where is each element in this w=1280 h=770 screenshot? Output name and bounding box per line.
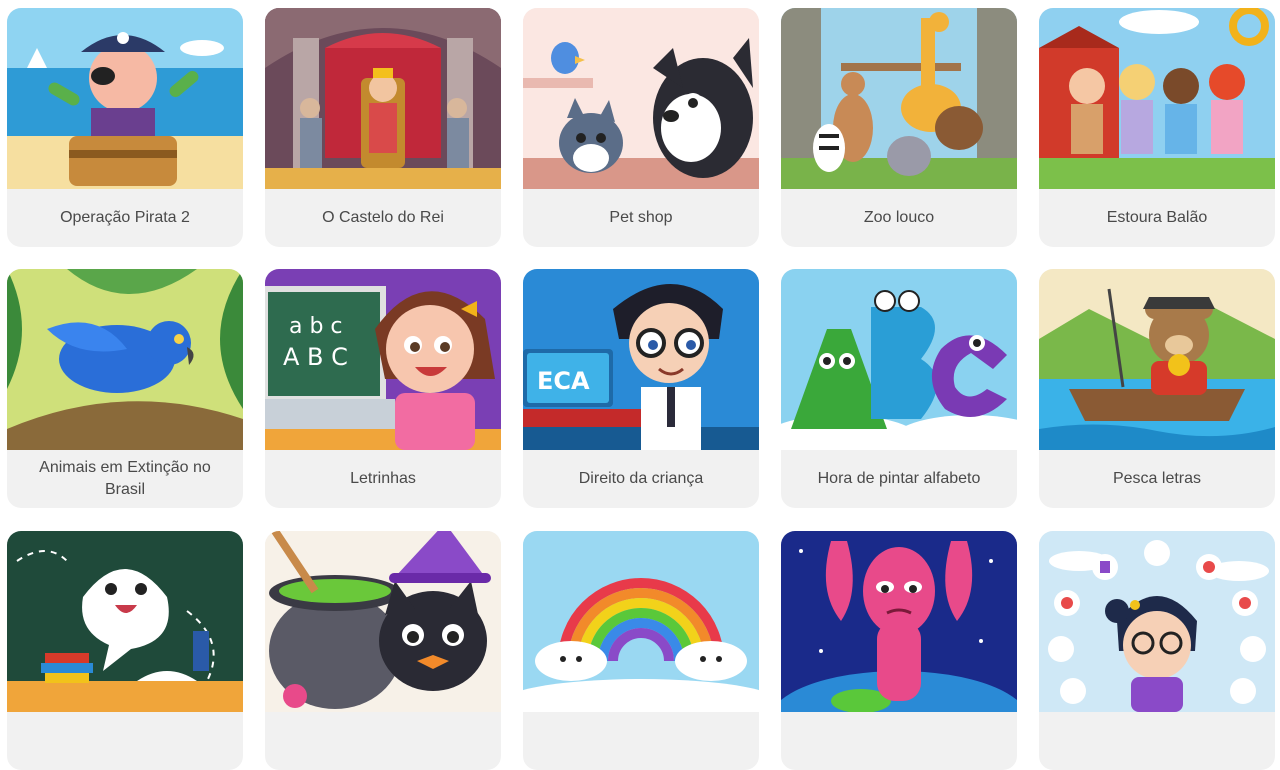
witch-cat-thumbnail xyxy=(265,531,501,712)
castle-thumbnail xyxy=(265,8,501,189)
game-card[interactable] xyxy=(781,531,1017,770)
game-title xyxy=(781,712,1017,770)
game-title xyxy=(523,712,759,770)
girl-icons-thumbnail xyxy=(1039,531,1275,712)
game-card[interactable] xyxy=(1039,531,1275,770)
zoo-thumbnail xyxy=(781,8,1017,189)
game-title: Estoura Balão xyxy=(1106,209,1208,226)
game-title: Hora de pintar alfabeto xyxy=(817,470,981,487)
letters-thumbnail: a b c A B C xyxy=(265,269,501,450)
games-grid: Operação Pirata 2 O Castelo do Rei Pet s… xyxy=(0,0,1280,770)
game-title: O Castelo do Rei xyxy=(322,209,444,226)
eca-thumbnail: ECA xyxy=(523,269,759,450)
game-card-direito-da-crianca[interactable]: ECA Direito da criança xyxy=(523,269,759,508)
game-title: Direito da criança xyxy=(578,470,704,487)
game-card-hora-de-pintar-alfabeto[interactable]: Hora de pintar alfabeto xyxy=(781,269,1017,508)
pet-shop-thumbnail xyxy=(523,8,759,189)
game-card-letrinhas[interactable]: a b c A B C Letrinhas xyxy=(265,269,501,508)
game-card[interactable] xyxy=(7,531,243,770)
game-card-zoo-louco[interactable]: Zoo louco xyxy=(781,8,1017,247)
macaw-thumbnail xyxy=(7,269,243,450)
game-title: Pet shop xyxy=(609,209,673,226)
game-title: Animais em Extinção no Brasil xyxy=(39,459,211,498)
fishing-bear-thumbnail xyxy=(1039,269,1275,450)
game-card-pet-shop[interactable]: Pet shop xyxy=(523,8,759,247)
game-card-animais-em-extincao-no-brasil[interactable]: Animais em Extinção no Brasil xyxy=(7,269,243,508)
game-card-operacao-pirata-2[interactable]: Operação Pirata 2 xyxy=(7,8,243,247)
speech-bubble-thumbnail xyxy=(7,531,243,712)
game-title xyxy=(265,712,501,770)
chalkboard-lowercase: a b c xyxy=(289,314,343,339)
game-title: Pesca letras xyxy=(1112,470,1202,487)
eca-screen-text: ECA xyxy=(537,367,590,395)
game-card[interactable] xyxy=(265,531,501,770)
game-title xyxy=(1039,712,1275,770)
game-card-pesca-letras[interactable]: Pesca letras xyxy=(1039,269,1275,508)
game-card-estoura-balao[interactable]: Estoura Balão xyxy=(1039,8,1275,247)
pirate-thumbnail xyxy=(7,8,243,189)
game-title xyxy=(7,712,243,770)
rainbow-thumbnail xyxy=(523,531,759,712)
chalkboard-uppercase: A B C xyxy=(283,343,348,371)
game-card-o-castelo-do-rei[interactable]: O Castelo do Rei xyxy=(265,8,501,247)
game-card[interactable] xyxy=(523,531,759,770)
abc-monsters-thumbnail xyxy=(781,269,1017,450)
game-title: Letrinhas xyxy=(350,470,416,487)
game-title: Zoo louco xyxy=(863,209,935,226)
balloon-thumbnail xyxy=(1039,8,1275,189)
game-title: Operação Pirata 2 xyxy=(60,209,190,226)
pink-alien-thumbnail xyxy=(781,531,1017,712)
